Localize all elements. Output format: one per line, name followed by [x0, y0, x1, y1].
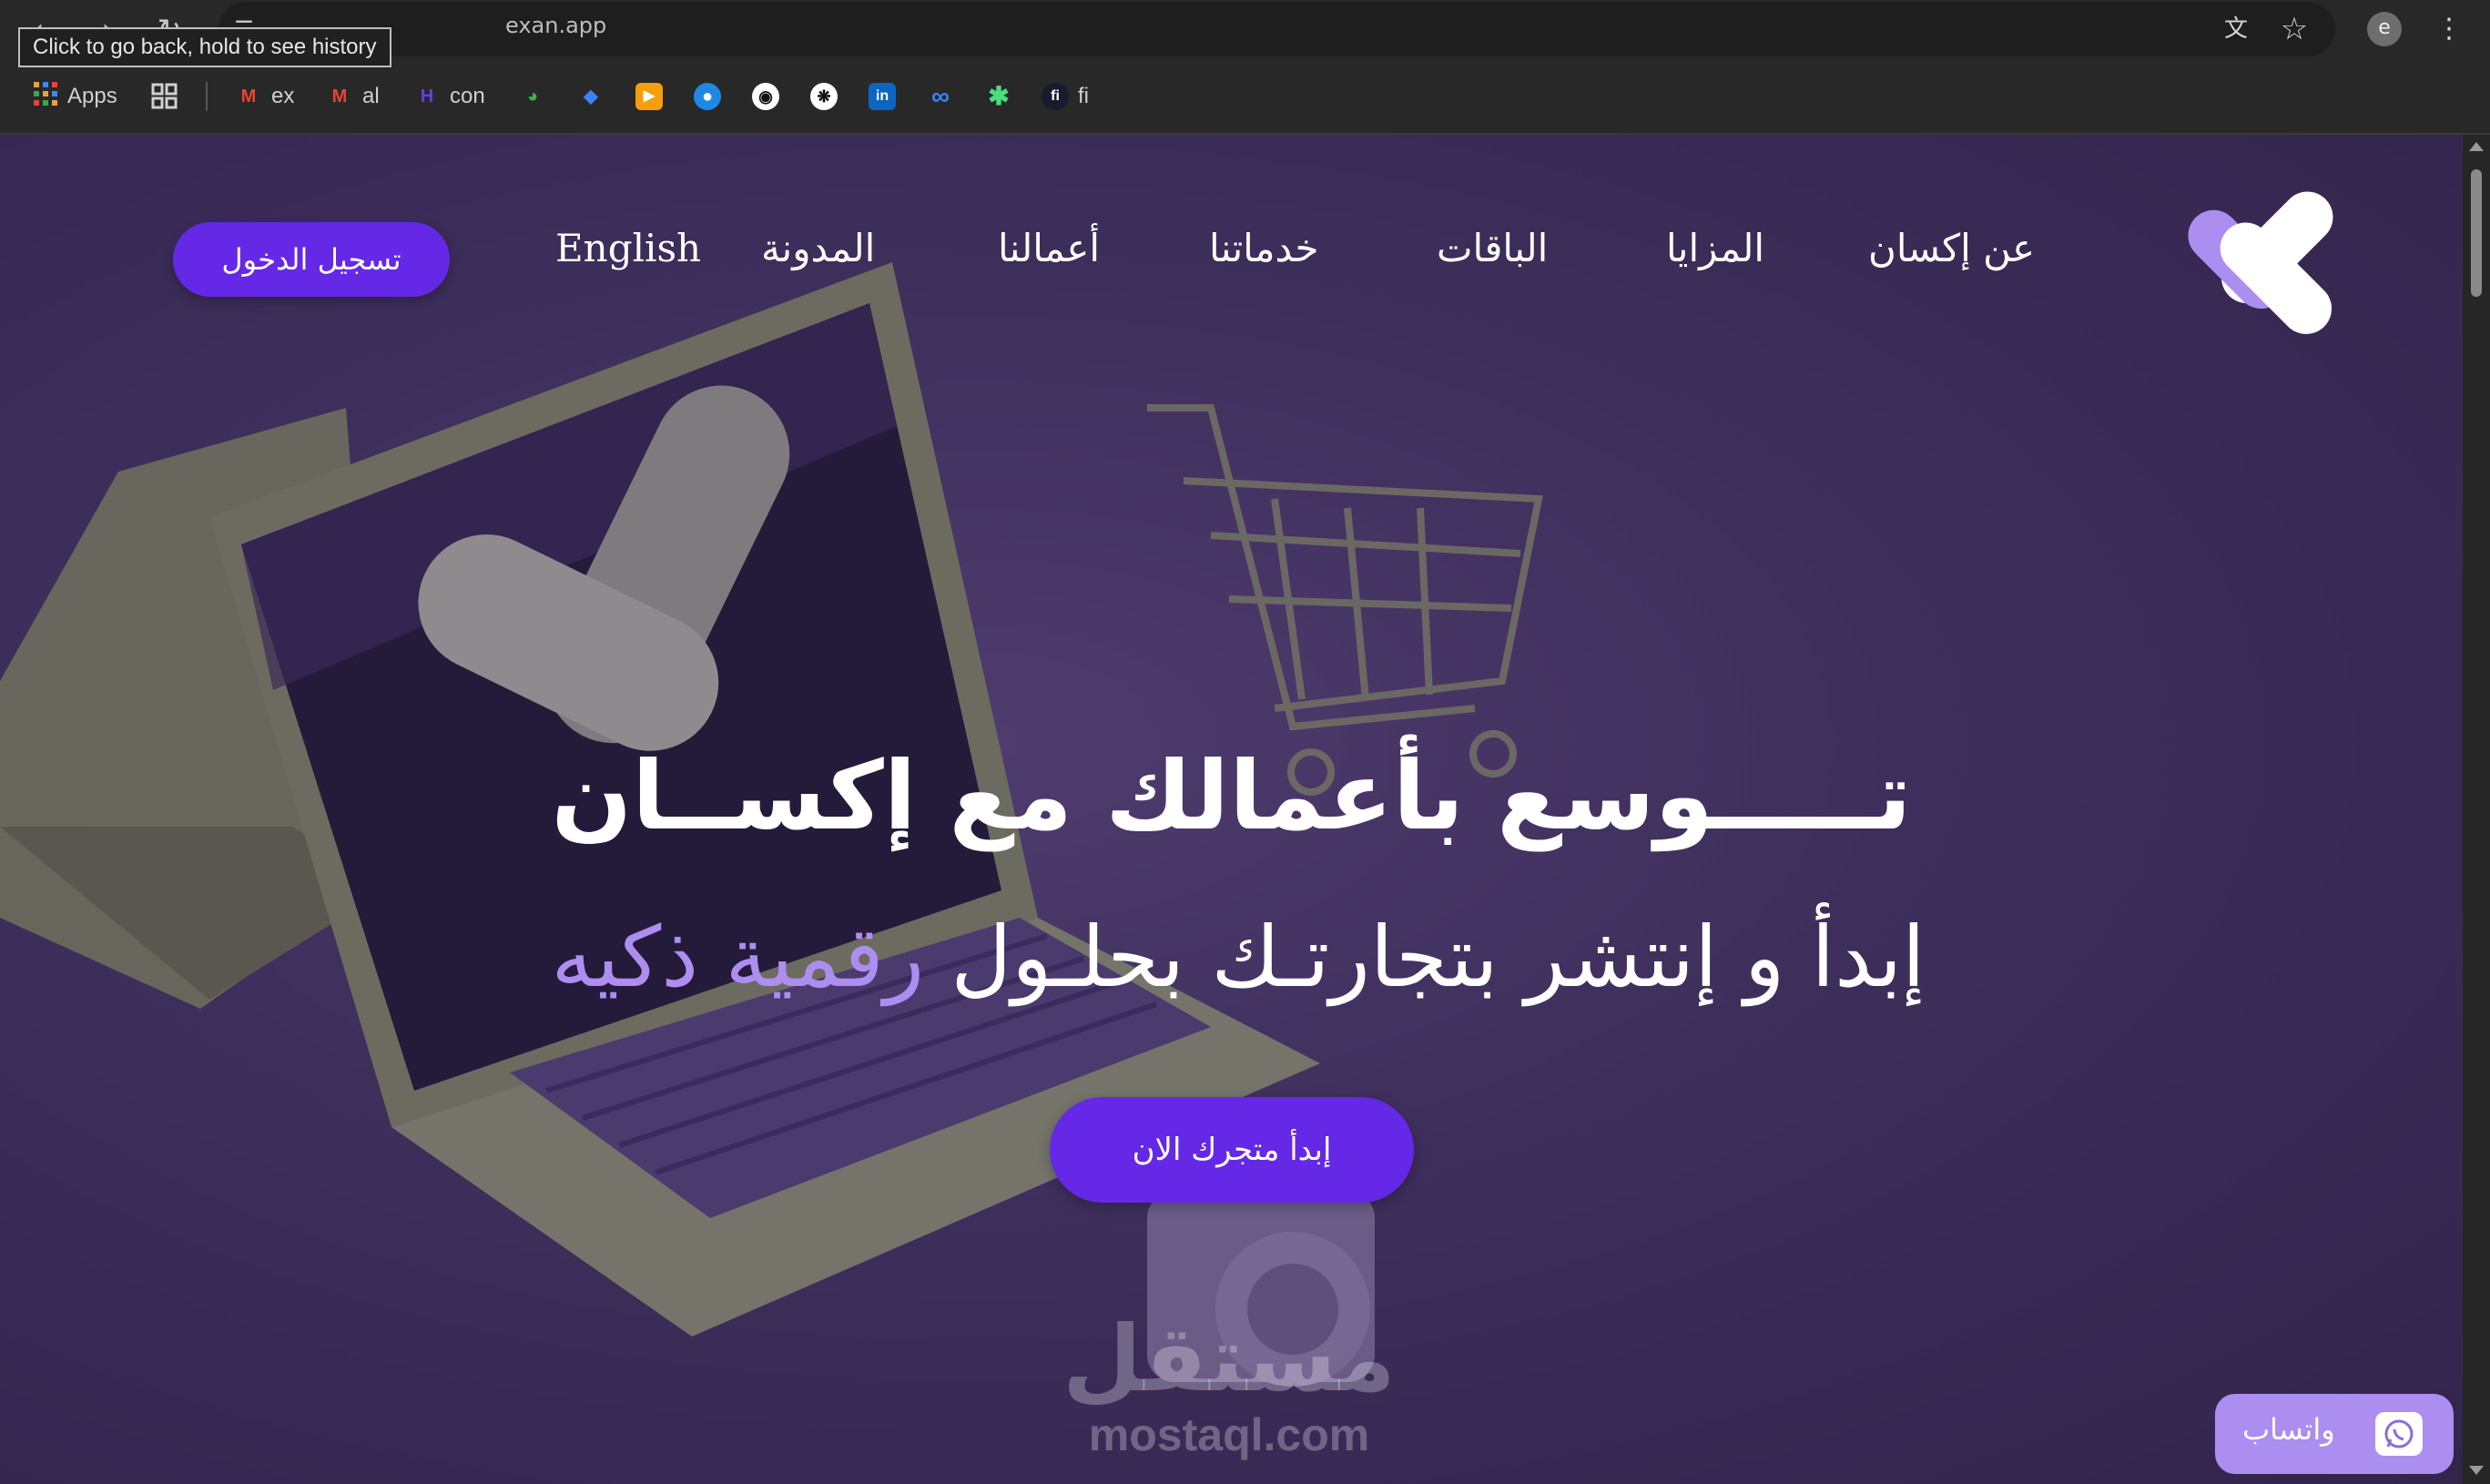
- hero-title: تـــــوسع بأعمالك مع إكســان: [551, 740, 1912, 851]
- hostinger-icon: H: [420, 86, 434, 107]
- nav-item-about[interactable]: عن إكسان: [1868, 226, 2035, 270]
- green-bookmark-icon: ◕: [526, 86, 539, 107]
- bookmark-apps[interactable]: Apps: [33, 78, 117, 115]
- bookmark-5[interactable]: ◕: [519, 78, 546, 115]
- blue-circle-icon: ●: [694, 83, 721, 110]
- whatsapp-button[interactable]: واتساب: [2215, 1394, 2454, 1474]
- page-scrollbar[interactable]: [2463, 135, 2490, 1484]
- fi-icon: fi: [1042, 83, 1069, 110]
- orange-play-icon: ▶: [635, 83, 663, 110]
- landing-page: عن إكسان المزايا الباقات خدماتنا أعمالنا…: [0, 135, 2463, 1484]
- bookmark-label: Apps: [67, 84, 117, 108]
- scroll-down-icon[interactable]: [2469, 1466, 2484, 1475]
- green-star-icon: ✱: [988, 82, 1010, 110]
- url-text[interactable]: exan.app: [505, 13, 606, 38]
- meta-icon: ∞: [931, 82, 950, 110]
- nav-item-features[interactable]: المزايا: [1666, 226, 1764, 270]
- bookmark-13[interactable]: ✱: [985, 78, 1012, 115]
- nav-item-works[interactable]: أعمالنا: [998, 226, 1100, 270]
- bookmark-label: fi: [1078, 84, 1089, 108]
- translate-icon[interactable]: 文: [2218, 11, 2254, 47]
- bookmark-al[interactable]: M al: [326, 78, 380, 115]
- openai-icon: ❋: [810, 83, 838, 110]
- bookmark-9[interactable]: ◉: [752, 78, 779, 115]
- nav-item-packages[interactable]: الباقات: [1437, 226, 1548, 270]
- start-store-button[interactable]: إبدأ متجرك الان: [1050, 1097, 1414, 1203]
- watermark-latin: mostaql.com: [1088, 1409, 1370, 1460]
- scrollbar-thumb[interactable]: [2471, 169, 2482, 297]
- nav-item-blog[interactable]: المدونة: [761, 226, 875, 270]
- gmail-icon: M: [331, 86, 348, 107]
- github-icon: ◉: [752, 83, 779, 110]
- nav-item-services[interactable]: خدماتنا: [1209, 226, 1318, 270]
- bookmark-6[interactable]: ◆: [577, 78, 605, 115]
- avatar[interactable]: e: [2367, 12, 2402, 46]
- bookmark-ex[interactable]: M ex: [235, 78, 295, 115]
- bookmark-label: con: [450, 84, 485, 108]
- tab-groups-icon[interactable]: [151, 78, 178, 115]
- watermark-arabic: مستقل: [1062, 1306, 1396, 1412]
- exan-logo-icon[interactable]: [2180, 180, 2344, 344]
- bookmark-8[interactable]: ●: [694, 78, 721, 115]
- bookmark-fi[interactable]: fi fi: [1042, 78, 1089, 115]
- hero-subtitle-accent: رقمية ذكيه: [551, 909, 925, 1006]
- bookmark-separator: [206, 82, 208, 111]
- address-bar[interactable]: exan.app: [219, 2, 2335, 56]
- bookmark-11[interactable]: in: [869, 78, 896, 115]
- mostaql-watermark: مستقل mostaql.com: [1047, 1306, 1411, 1461]
- bookmark-12[interactable]: ∞: [927, 78, 954, 115]
- bookmark-10[interactable]: ❋: [810, 78, 838, 115]
- blue-diamond-icon: ◆: [584, 86, 598, 107]
- login-button[interactable]: تسجيل الدخول: [173, 222, 450, 297]
- bookmark-label: al: [362, 84, 380, 108]
- bookmark-label: ex: [271, 84, 295, 108]
- more-vert-icon[interactable]: ⋮: [2431, 11, 2467, 47]
- gmail-icon: M: [240, 86, 257, 107]
- whatsapp-icon: [2375, 1412, 2423, 1456]
- star-icon[interactable]: ☆: [2276, 11, 2312, 47]
- whatsapp-label: واتساب: [2242, 1412, 2335, 1447]
- scroll-up-icon[interactable]: [2469, 142, 2484, 151]
- hero-subtitle: إبدأ و إنتشر بتجارتـك بحلـول رقمية ذكيه: [473, 909, 2003, 1006]
- back-button-tooltip: Click to go back, hold to see history: [18, 27, 391, 67]
- nav-item-english[interactable]: English: [555, 226, 701, 270]
- bookmark-con[interactable]: H con: [413, 78, 485, 115]
- linkedin-icon: in: [869, 83, 896, 110]
- hero-subtitle-text: إبدأ و إنتشر بتجارتـك بحلـول: [950, 909, 1926, 1006]
- bookmark-7[interactable]: ▶: [635, 78, 663, 115]
- apps-grid-icon: [33, 81, 58, 113]
